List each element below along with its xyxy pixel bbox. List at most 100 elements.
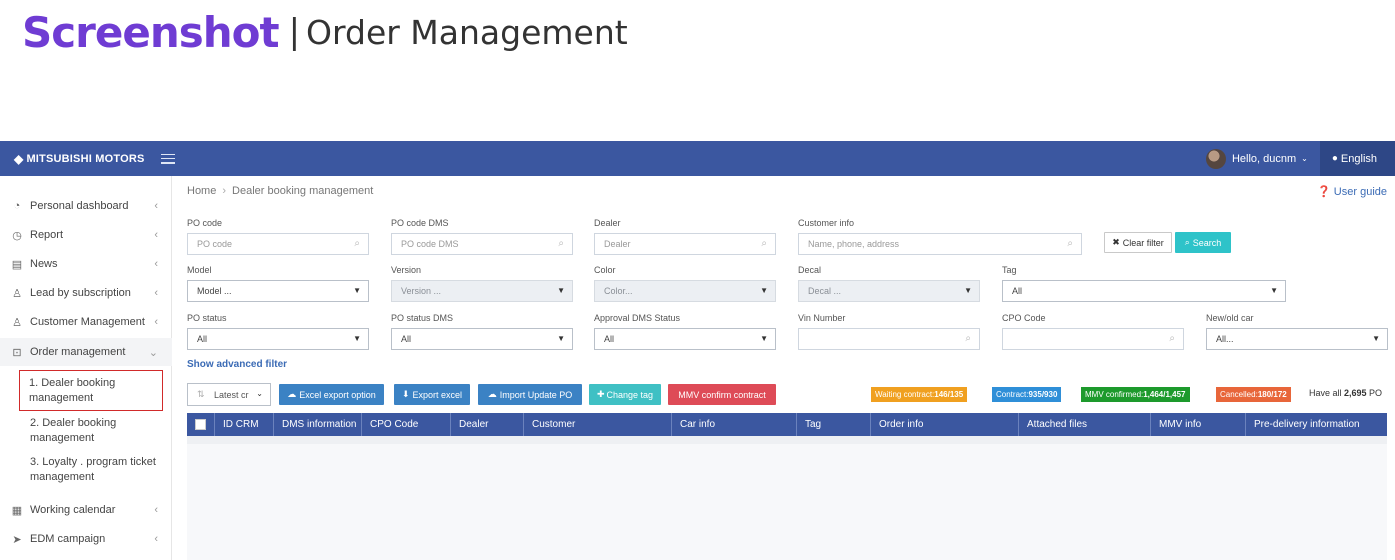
menu-toggle-icon[interactable]: [160, 153, 175, 164]
po-status-dms-value: All: [401, 334, 412, 344]
total-count: 2,695: [1344, 388, 1367, 398]
change-tag-button[interactable]: ✚ Change tag: [589, 384, 661, 405]
sidebar: ◔ Personal dashboard ‹ ◷ Report ‹ ▤ News…: [0, 176, 172, 560]
user-menu[interactable]: Hello, ducnm ⌄: [1205, 148, 1320, 169]
column-header-dealer[interactable]: Dealer: [450, 413, 488, 436]
badge-label: Contract:: [996, 390, 1029, 399]
badge-label: Cancelled:: [1220, 390, 1258, 399]
sidebar-item-label: Lead by subscription: [30, 287, 131, 299]
badge-contract[interactable]: Contract: 935/930: [992, 387, 1062, 402]
badge-mmv-confirmed[interactable]: MMV confirmed: 1,464/1,457: [1081, 387, 1190, 402]
column-header-car-info[interactable]: Car info: [671, 413, 715, 436]
search-button[interactable]: ⌕ Search: [1175, 232, 1231, 253]
breadcrumb-home[interactable]: Home: [187, 185, 216, 197]
calendar-icon: ▦: [11, 504, 23, 517]
mmv-confirm-contract-button[interactable]: MMV confirm contract: [668, 384, 776, 405]
po-code-input[interactable]: PO code ⌕: [187, 233, 369, 255]
select-all-checkbox[interactable]: [195, 419, 206, 430]
submenu-item-loyalty[interactable]: 3. Loyalty . program ticket management: [24, 455, 162, 485]
sort-select[interactable]: ⇅ Latest cr ⌄: [187, 383, 271, 406]
column-header-cpo-code[interactable]: CPO Code: [361, 413, 418, 436]
cpo-code-label: CPO Code: [1002, 313, 1046, 323]
caret-down-icon: ▼: [353, 286, 361, 295]
banner-brand: Screenshot: [22, 7, 280, 57]
sidebar-item-order-management[interactable]: ⊡ Order management ⌄: [0, 338, 172, 366]
banner-separator: |: [288, 12, 301, 52]
column-header-order-info[interactable]: Order info: [870, 413, 923, 436]
cloud-download-icon: ☁: [287, 389, 297, 399]
search-icon: ⌕: [1184, 237, 1190, 247]
column-header-pre-delivery[interactable]: Pre-delivery information: [1245, 413, 1387, 436]
excel-export-option-button[interactable]: ☁ Excel export option: [279, 384, 384, 405]
tag-value: All: [1012, 286, 1023, 296]
po-code-dms-placeholder: PO code DMS: [401, 239, 459, 249]
import-update-po-button[interactable]: ☁ Import Update PO: [478, 384, 582, 405]
language-switcher[interactable]: ● English: [1319, 141, 1395, 176]
search-icon: ⌕: [965, 333, 971, 344]
caret-down-icon: ▼: [760, 334, 768, 343]
po-code-dms-input[interactable]: PO code DMS ⌕: [391, 233, 573, 255]
column-header-dms-info[interactable]: DMS information: [273, 413, 356, 436]
top-navbar: ◆ MITSUBISHI MOTORS Hello, ducnm ⌄ ● Eng…: [0, 141, 1395, 176]
export-excel-button[interactable]: ⬇ Export excel: [394, 384, 470, 405]
sidebar-item-report[interactable]: ◷ Report ‹: [0, 221, 172, 249]
vin-input[interactable]: ⌕: [798, 328, 980, 350]
banner-subtitle: Order Management: [306, 12, 628, 52]
sidebar-item-news[interactable]: ▤ News ‹: [0, 250, 172, 278]
clear-filter-button[interactable]: ✖ Clear filter: [1104, 232, 1172, 253]
new-old-select[interactable]: All... ▼: [1206, 328, 1388, 350]
column-header-customer[interactable]: Customer: [523, 413, 575, 436]
column-header-mmv-info[interactable]: MMV info: [1150, 413, 1201, 436]
column-header-attached-files[interactable]: Attached files: [1018, 413, 1087, 436]
sidebar-item-working-calendar[interactable]: ▦ Working calendar ‹: [0, 496, 172, 524]
dealer-input[interactable]: Dealer ⌕: [594, 233, 776, 255]
approval-dms-value: All: [604, 334, 615, 344]
user-guide-link[interactable]: ❓ User guide: [1317, 185, 1387, 198]
po-status-select[interactable]: All ▼: [187, 328, 369, 350]
app-logo[interactable]: ◆ MITSUBISHI MOTORS: [0, 152, 145, 166]
badge-count: 935/930: [1028, 390, 1058, 399]
search-icon: ⌕: [761, 238, 767, 249]
submenu-item-dealer-booking-1[interactable]: 1. Dealer booking management: [19, 370, 163, 411]
cloud-upload-icon: ☁: [487, 389, 497, 399]
caret-down-icon: ▼: [557, 334, 565, 343]
search-icon: ⌕: [1169, 333, 1175, 344]
color-select[interactable]: Color... ▼: [594, 280, 776, 302]
show-advanced-filter-link[interactable]: Show advanced filter: [187, 359, 287, 370]
sidebar-item-label: Personal dashboard: [30, 200, 129, 212]
submenu-item-dealer-booking-2[interactable]: 2. Dealer booking management: [24, 416, 162, 446]
badge-waiting-contract[interactable]: Waiting contract: 146/135: [871, 387, 968, 402]
sidebar-item-edm-campaign[interactable]: ➤ EDM campaign ‹: [0, 525, 172, 553]
column-header-tag[interactable]: Tag: [796, 413, 821, 436]
customer-info-input[interactable]: Name, phone, address ⌕: [798, 233, 1082, 255]
chevron-left-icon: ‹: [154, 316, 158, 328]
tag-label: Tag: [1002, 265, 1017, 275]
total-po-count: Have all 2,695 PO: [1309, 388, 1382, 398]
customer-info-label: Customer info: [798, 218, 855, 228]
table-row[interactable]: [187, 436, 1387, 444]
chevron-left-icon: ‹: [154, 504, 158, 516]
cpo-code-input[interactable]: ⌕: [1002, 328, 1184, 350]
caret-down-icon: ▼: [964, 286, 972, 295]
export-excel-label: Export excel: [412, 389, 463, 400]
model-select[interactable]: Model ... ▼: [187, 280, 369, 302]
approval-dms-select[interactable]: All ▼: [594, 328, 776, 350]
color-value: Color...: [604, 286, 633, 296]
po-code-dms-label: PO code DMS: [391, 218, 449, 228]
version-label: Version: [391, 265, 422, 275]
new-old-value: All...: [1216, 334, 1234, 344]
sidebar-item-customer-management[interactable]: ♙ Customer Management ‹: [0, 308, 172, 336]
po-status-dms-select[interactable]: All ▼: [391, 328, 573, 350]
sidebar-item-personal-dashboard[interactable]: ◔ Personal dashboard ‹: [0, 192, 172, 220]
column-header-id-crm[interactable]: ID CRM: [214, 413, 259, 436]
decal-select[interactable]: Decal ... ▼: [798, 280, 980, 302]
mmv-confirm-label: MMV confirm contract: [678, 389, 766, 400]
import-update-po-label: Import Update PO: [499, 389, 573, 400]
caret-down-icon: ▼: [1270, 286, 1278, 295]
chevron-down-icon: ⌄: [1301, 154, 1308, 163]
badge-cancelled[interactable]: Cancelled: 180/172: [1216, 387, 1291, 402]
sidebar-item-lead[interactable]: ♙ Lead by subscription ‹: [0, 279, 172, 307]
version-select[interactable]: Version ... ▼: [391, 280, 573, 302]
search-icon: ⌕: [1067, 238, 1073, 249]
tag-select[interactable]: All ▼: [1002, 280, 1286, 302]
